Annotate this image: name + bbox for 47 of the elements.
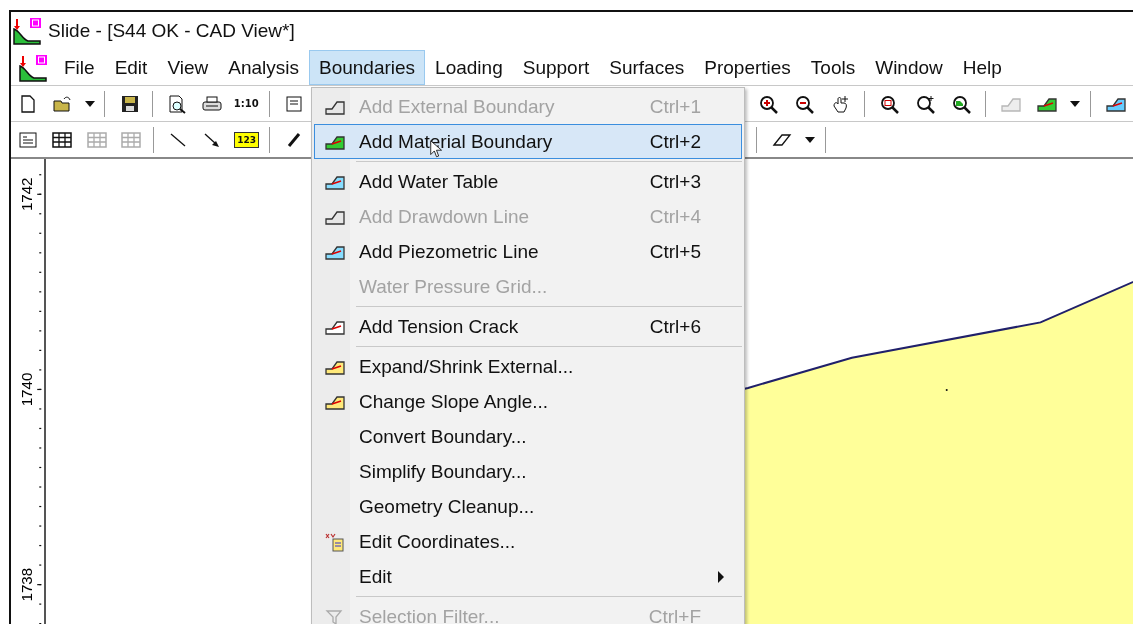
menu-item[interactable]: Properties	[694, 50, 801, 85]
menu-item[interactable]: Edit Coordinates...	[314, 524, 742, 559]
menu-item[interactable]: View	[157, 50, 219, 85]
ruler-button[interactable]: 123	[229, 124, 264, 155]
caret-icon	[1069, 99, 1081, 108]
zoom-out-icon	[794, 93, 816, 114]
menu-item[interactable]: File	[54, 50, 105, 85]
menu-item[interactable]: Geometry Cleanup...	[314, 489, 742, 524]
menu-item[interactable]: Add Tension Crack Ctrl+6	[314, 309, 742, 344]
menu-item[interactable]: Analysis	[218, 50, 309, 85]
document-logo-icon	[18, 53, 48, 82]
zoom-window-icon	[879, 93, 901, 114]
point-marker	[945, 388, 948, 391]
window-title: Slide - [S44 OK - CAD View*]	[48, 20, 295, 42]
menu-item[interactable]: Simplify Boundary...	[314, 454, 742, 489]
ruler-label: 1738	[18, 567, 36, 602]
menu-item[interactable]: Edit	[104, 50, 158, 85]
menu-item[interactable]: Surfaces	[599, 50, 695, 85]
table-icon	[51, 129, 74, 150]
menu-item[interactable]: Change Slope Angle...	[314, 384, 742, 419]
ruler-label: 1740	[18, 372, 36, 407]
table-icon	[85, 129, 108, 150]
menu-item[interactable]: Help	[952, 50, 1012, 85]
menu-item[interactable]: Edit	[314, 559, 742, 594]
coordinates-icon	[324, 531, 346, 552]
app-logo-icon	[12, 17, 42, 45]
text-box-icon	[17, 129, 40, 150]
caret-icon	[83, 99, 96, 108]
table-icon	[120, 129, 142, 150]
menu-item[interactable]: Expand/Shrink External...	[314, 349, 742, 384]
menu-item[interactable]: Tools	[800, 50, 866, 85]
scale-button[interactable]: 1:10	[228, 88, 264, 119]
zoom-in-icon	[758, 93, 780, 114]
ruler-label: 1742	[18, 177, 36, 212]
menu-item[interactable]: Convert Boundary...	[314, 419, 742, 454]
menu-item[interactable]: Add Material Boundary Ctrl+2	[314, 124, 742, 159]
menu-item[interactable]: Boundaries	[308, 50, 426, 85]
zoom-icon	[915, 93, 937, 114]
menu-item[interactable]: Add Piezometric Line Ctrl+5	[314, 234, 742, 269]
menu-item[interactable]: Loading	[425, 50, 513, 85]
caret-icon	[804, 135, 816, 144]
printer-icon	[200, 93, 223, 114]
menu-item[interactable]: Add Water Table Ctrl+3	[314, 164, 742, 199]
menu-item[interactable]: Window	[865, 50, 953, 85]
zoom-extents-icon	[951, 93, 973, 114]
submenu-arrow-icon	[716, 569, 726, 584]
menu-item[interactable]: Support	[512, 50, 600, 85]
